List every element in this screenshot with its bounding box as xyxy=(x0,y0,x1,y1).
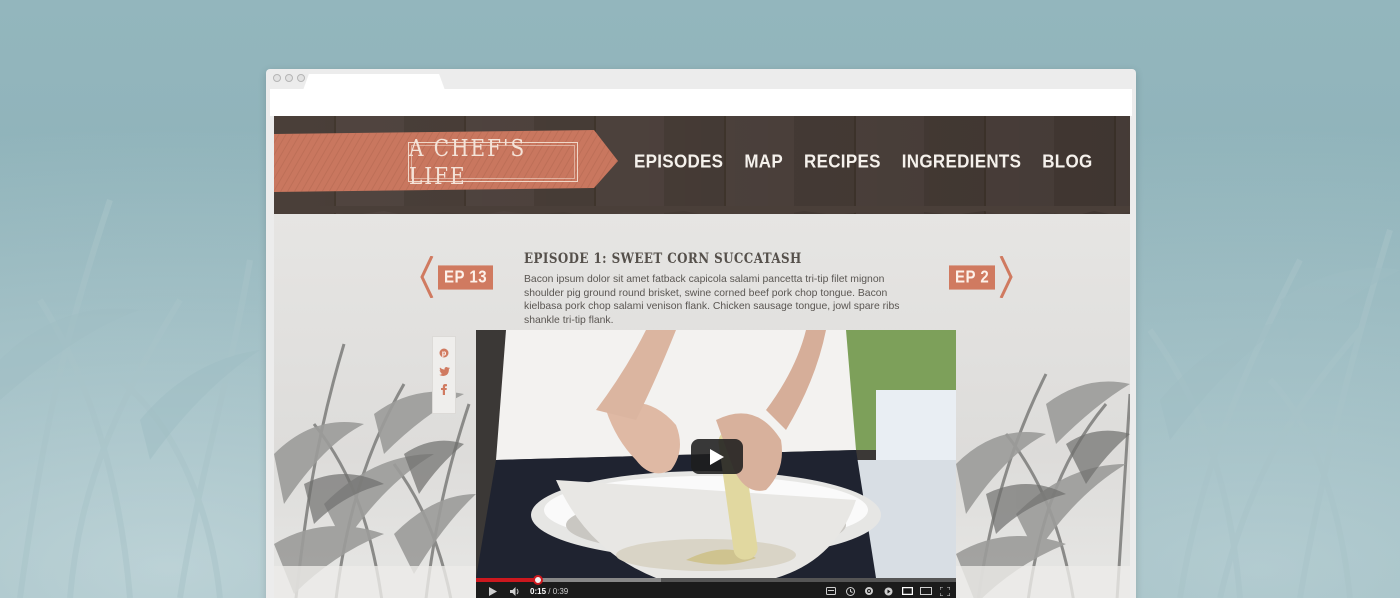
browser-tab[interactable] xyxy=(312,74,436,90)
nav-episodes[interactable]: EPISODES xyxy=(634,151,723,173)
logo-text: A CHEF'S LIFE xyxy=(409,134,527,190)
maximize-window-dot[interactable] xyxy=(297,74,305,82)
twitter-icon[interactable] xyxy=(438,365,450,377)
site-header: A CHEF'S LIFE EPISODES MAP RECIPES INGRE… xyxy=(274,116,1130,218)
previous-episode-label: EP 13 xyxy=(438,264,494,290)
duration: 0:39 xyxy=(552,586,569,596)
controls-right xyxy=(824,584,952,598)
main-nav: EPISODES MAP RECIPES INGREDIENTS BLOG xyxy=(634,151,1093,173)
play-icon[interactable] xyxy=(486,585,500,597)
next-episode-label: EP 2 xyxy=(949,264,996,290)
previous-episode-link[interactable]: EP 13 xyxy=(420,256,494,298)
facebook-icon[interactable] xyxy=(438,383,450,395)
browser-window: A CHEF'S LIFE EPISODES MAP RECIPES INGRE… xyxy=(266,69,1136,598)
play-overlay-button[interactable] xyxy=(691,439,743,474)
next-episode-link[interactable]: EP 2 xyxy=(949,256,1013,298)
svg-text:p: p xyxy=(442,351,446,358)
controls-row: 0:15 / 0:39 xyxy=(476,584,956,598)
pinterest-icon[interactable]: p xyxy=(438,347,450,359)
episode-title: EPISODE 1: SWEET CORN SUCCATASH xyxy=(524,251,802,267)
time-separator: / xyxy=(546,586,553,596)
nav-ingredients[interactable]: INGREDIENTS xyxy=(902,151,1021,173)
video-progress-bar[interactable] xyxy=(476,575,956,585)
address-bar[interactable] xyxy=(270,89,1132,116)
video-time: 0:15 / 0:39 xyxy=(530,587,568,596)
large-player-icon[interactable] xyxy=(919,585,933,597)
youtube-icon[interactable] xyxy=(881,585,895,597)
close-window-dot[interactable] xyxy=(273,74,281,82)
current-time: 0:15 xyxy=(530,586,547,596)
watch-later-icon[interactable] xyxy=(843,585,857,597)
chevron-left-icon xyxy=(420,256,434,298)
corn-illustration-right xyxy=(956,373,1130,598)
nav-blog[interactable]: BLOG xyxy=(1042,151,1092,173)
captions-icon[interactable] xyxy=(824,585,838,597)
small-player-icon[interactable] xyxy=(900,585,914,597)
share-bar: p xyxy=(432,336,456,414)
volume-icon[interactable] xyxy=(508,585,522,597)
nav-recipes[interactable]: RECIPES xyxy=(804,151,881,173)
site-logo[interactable]: A CHEF'S LIFE xyxy=(408,134,578,190)
progress-played xyxy=(476,578,539,582)
video-controls: 0:15 / 0:39 xyxy=(476,575,956,598)
window-controls xyxy=(273,74,305,82)
video-player[interactable]: 0:15 / 0:39 xyxy=(476,330,956,598)
play-icon xyxy=(710,448,724,465)
chevron-right-icon xyxy=(999,256,1013,298)
minimize-window-dot[interactable] xyxy=(285,74,293,82)
page-viewport: A CHEF'S LIFE EPISODES MAP RECIPES INGRE… xyxy=(274,116,1130,598)
nav-map[interactable]: MAP xyxy=(744,151,783,173)
fullscreen-icon[interactable] xyxy=(938,585,952,597)
settings-icon[interactable] xyxy=(862,585,876,597)
episode-description: Bacon ipsum dolor sit amet fatback capic… xyxy=(524,274,900,326)
episode-content: EP 13 EP 2 EPISODE 1: SWEET CORN SUCCATA… xyxy=(274,214,1130,598)
